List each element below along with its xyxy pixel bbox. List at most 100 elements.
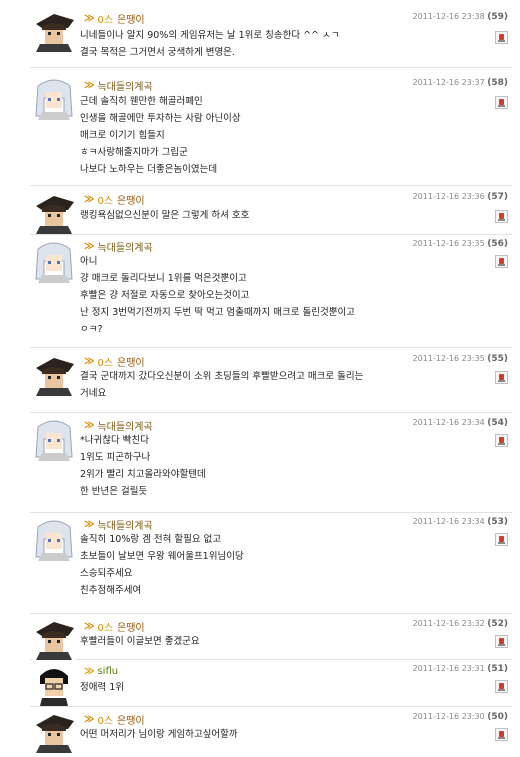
comment-line: 후빨러들이 이글보면 좋겠군요 <box>80 636 200 647</box>
comment-author[interactable]: 은땡이 <box>117 354 145 369</box>
level-arrows-icon: ≫ <box>84 620 95 632</box>
comment-item: ≫ 0스 은땡이 2011-12-16 23:30 (50) 어떤 머저리가 님… <box>30 707 512 753</box>
level-arrows-icon: ≫ <box>84 419 95 431</box>
avatar-silver-hair <box>32 239 76 283</box>
comment-author[interactable]: 은땡이 <box>117 712 145 727</box>
report-button[interactable] <box>495 680 508 693</box>
comment-date: 2011-12-16 23:37 (58) <box>412 78 508 88</box>
level-arrows-icon: ≫ <box>84 79 95 91</box>
comment-line: ㅎㅋ사랑해줄지마가 그립군 <box>80 147 188 158</box>
level-arrows-icon: ≫ <box>84 355 95 367</box>
comment-header: ≫ 늑대들의계곡 <box>84 418 153 433</box>
comment-author[interactable]: 늑대들의계곡 <box>97 418 152 433</box>
level-arrows-icon: ≫ <box>84 713 95 725</box>
comment-author[interactable]: 은땡이 <box>117 11 145 26</box>
comment-line: 결국 목적은 그거면서 궁색하게 변명은. <box>80 47 235 58</box>
comment-item: ≫ 늑대들의계곡 2011-12-16 23:34 (53) 솔직히 10%랑 … <box>30 513 512 614</box>
level-arrows-icon: ≫ <box>84 193 95 205</box>
level-arrows-icon: ≫ <box>84 240 95 252</box>
comment-line: 니네들이나 알지 90%의 게임유저는 날 1위로 칭송한다 ^^ ㅅㄱ <box>80 30 340 41</box>
comment-item: ≫ 늑대들의계곡 2011-12-16 23:37 (58) 근데 솔직히 웬만… <box>30 68 512 186</box>
level-badge: 0스 <box>97 195 114 207</box>
comment-body: *나귀찮다 빡친다 1위도 피곤하구나 2위가 빨리 치고올라와야할텐데 한 반… <box>80 432 206 500</box>
avatar-silver-hair <box>32 517 76 561</box>
comment-line: 정애력 1위 <box>80 682 125 693</box>
comment-item: ≫ 0스 은땡이 2011-12-16 23:38 (59) 니네들이나 알지 … <box>30 0 512 68</box>
comment-list: ≫ 0스 은땡이 2011-12-16 23:38 (59) 니네들이나 알지 … <box>30 0 512 753</box>
comment-line: 1위도 피곤하구나 <box>80 452 151 463</box>
report-button[interactable] <box>495 533 508 546</box>
comment-header: ≫ 0스 은땡이 <box>84 712 145 727</box>
comment-header: ≫ 0스 은땡이 <box>84 619 145 634</box>
comment-author[interactable]: 은땡이 <box>117 192 145 207</box>
report-button[interactable] <box>495 31 508 44</box>
report-button[interactable] <box>495 728 508 741</box>
level-badge: 0스 <box>97 14 114 26</box>
comment-line: 매크로 이기기 힘들지 <box>80 130 165 141</box>
comment-body: 정애력 1위 <box>80 679 124 696</box>
comment-line: 랭킹욕심없으신분이 말은 그렇게 하셔 호호 <box>80 210 250 221</box>
comment-item: ≫ 0스 은땡이 2011-12-16 23:36 (57) 랭킹욕심없으신분이… <box>30 186 512 235</box>
comment-line: 스승되주세요 <box>80 568 133 579</box>
comment-line: 근데 솔직히 웬만한 해골러폐인 <box>80 96 203 107</box>
avatar-silver-hair <box>32 76 76 120</box>
comment-line: 걍 매크로 돌리다보니 1위를 먹은것뿐이고 <box>80 273 247 284</box>
report-button[interactable] <box>495 635 508 648</box>
comment-line: 어떤 머저리가 님이랑 게임하고싶어할까 <box>80 729 238 740</box>
comment-body: 어떤 머저리가 님이랑 게임하고싶어할까 <box>80 726 238 743</box>
comment-date: 2011-12-16 23:32 (52) <box>412 619 508 629</box>
level-arrows-icon: ≫ <box>84 12 95 24</box>
report-button[interactable] <box>495 434 508 447</box>
comment-line: 거네요 <box>80 388 107 399</box>
comment-line: 초보들이 날보면 우왕 웨어울프1위님이당 <box>80 551 244 562</box>
comment-author[interactable]: 늑대들의계곡 <box>97 78 152 93</box>
report-button[interactable] <box>495 255 508 268</box>
comment-author[interactable]: 늑대들의계곡 <box>97 517 152 532</box>
report-button[interactable] <box>495 210 508 223</box>
comment-author[interactable]: siflu <box>97 666 118 677</box>
comment-date: 2011-12-16 23:34 (53) <box>412 517 508 527</box>
comment-line: 아니 <box>80 256 98 267</box>
comment-header: ≫ 0스 은땡이 <box>84 11 145 26</box>
comment-body: 아니 걍 매크로 돌리다보니 1위를 먹은것뿐이고 후빨은 걍 저절로 자동으로… <box>80 253 355 338</box>
avatar-pirate <box>32 616 76 660</box>
comment-date: 2011-12-16 23:35 (56) <box>412 239 508 249</box>
comment-date: 2011-12-16 23:30 (50) <box>412 712 508 722</box>
comment-header: ≫ 늑대들의계곡 <box>84 239 153 254</box>
comment-header: ≫ 늑대들의계곡 <box>84 517 153 532</box>
comment-line: 인생을 해골에만 투자하는 사람 아닌이상 <box>80 113 241 124</box>
comment-item: ≫ 0스 은땡이 2011-12-16 23:32 (52) 후빨러들이 이글보… <box>30 614 512 660</box>
avatar-pirate <box>32 8 76 52</box>
comment-body: 근데 솔직히 웬만한 해골러폐인 인생을 해골에만 투자하는 사람 아닌이상 매… <box>80 93 241 178</box>
comment-author[interactable]: 은땡이 <box>117 619 145 634</box>
comment-line: 친추점해주세여 <box>80 585 142 596</box>
avatar-pirate <box>32 352 76 396</box>
comment-line: ㅇㅋ? <box>80 324 103 335</box>
comment-item: ≫ siflu 2011-12-16 23:31 (51) 정애력 1위 <box>30 660 512 707</box>
comment-body: 니네들이나 알지 90%의 게임유저는 날 1위로 칭송한다 ^^ ㅅㄱ 결국 … <box>80 27 340 61</box>
comment-body: 솔직히 10%랑 겜 전혀 할필요 없고 초보들이 날보면 우왕 웨어울프1위님… <box>80 531 244 599</box>
comment-line: 난 정지 3번먹기전까지 두번 딱 먹고 멈출때까지 매크로 돌린것뿐이고 <box>80 307 355 318</box>
level-badge: 0스 <box>97 357 114 369</box>
comment-date: 2011-12-16 23:34 (54) <box>412 418 508 428</box>
comment-line: 후빨은 걍 저절로 자동으로 찾아오는것이고 <box>80 290 250 301</box>
level-arrows-icon: ≫ <box>84 665 95 677</box>
comment-header: ≫ 0스 은땡이 <box>84 354 145 369</box>
comment-line: 2위가 빨리 치고올라와야할텐데 <box>80 469 206 480</box>
comment-header: ≫ siflu <box>84 664 118 678</box>
comment-item: ≫ 늑대들의계곡 2011-12-16 23:35 (56) 아니 걍 매크로 … <box>30 235 512 348</box>
comment-author[interactable]: 늑대들의계곡 <box>97 239 152 254</box>
comment-header: ≫ 늑대들의계곡 <box>84 78 153 93</box>
level-badge: 0스 <box>97 622 114 634</box>
comment-body: 랭킹욕심없으신분이 말은 그렇게 하셔 호호 <box>80 207 249 224</box>
report-button[interactable] <box>495 96 508 109</box>
avatar-pirate <box>32 190 76 234</box>
comment-item: ≫ 늑대들의계곡 2011-12-16 23:34 (54) *나귀찮다 빡친다… <box>30 413 512 513</box>
comment-line: 나보다 노하우는 더좋은놈이였는데 <box>80 164 218 175</box>
comment-line: 솔직히 10%랑 겜 전혀 할필요 없고 <box>80 534 222 545</box>
comment-date: 2011-12-16 23:36 (57) <box>412 192 508 202</box>
avatar-pirate <box>32 709 76 753</box>
comment-line: 결국 군대까지 갔다오신분이 소위 초딩들의 후빨받으려고 매크로 돌리는 <box>80 371 364 382</box>
level-arrows-icon: ≫ <box>84 518 95 530</box>
report-button[interactable] <box>495 371 508 384</box>
